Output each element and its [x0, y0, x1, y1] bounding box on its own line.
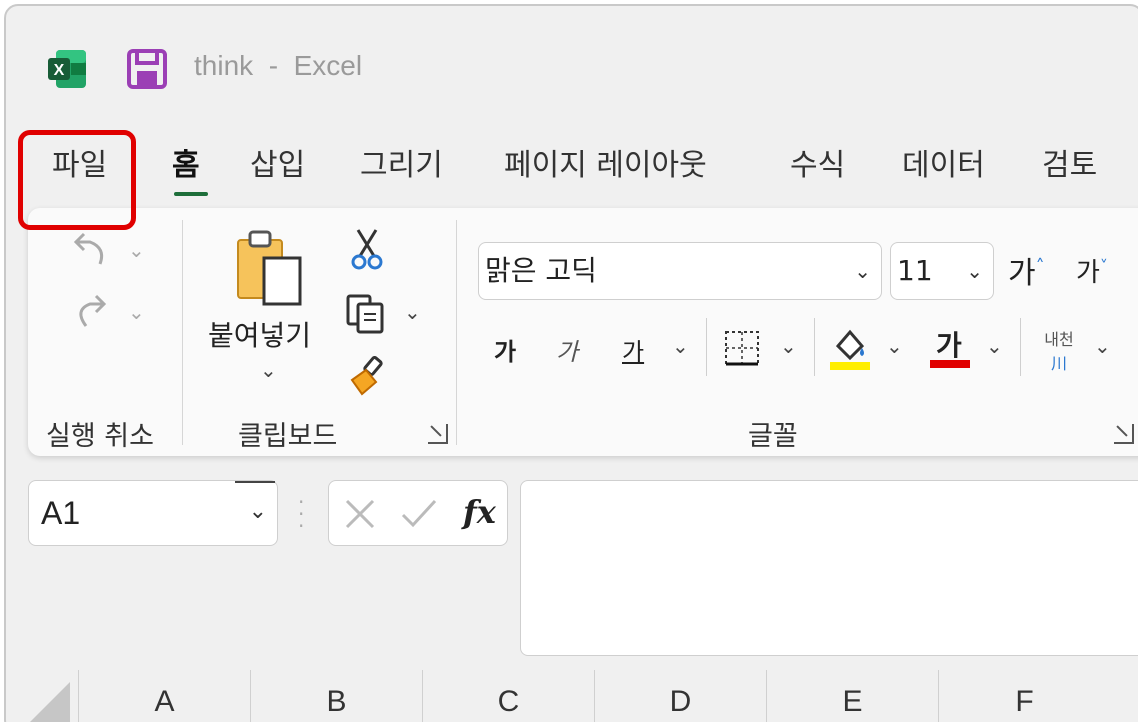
formula-input[interactable]: [520, 480, 1138, 656]
save-icon[interactable]: [126, 48, 168, 90]
paste-button-label[interactable]: 붙여넣기: [208, 314, 311, 354]
paste-dropdown-chevron-icon[interactable]: ⌄: [260, 358, 277, 382]
tab-insert[interactable]: 삽입: [250, 144, 305, 188]
clipboard-dialog-launcher-icon[interactable]: [428, 424, 448, 444]
chevron-down-icon[interactable]: ⌄: [249, 499, 267, 524]
name-box-value: A1: [41, 495, 81, 531]
tab-page-layout[interactable]: 페이지 레이아웃: [504, 144, 707, 188]
tab-home[interactable]: 홈: [172, 144, 200, 188]
excel-icon[interactable]: X: [46, 48, 88, 90]
button-divider: [1020, 318, 1021, 376]
font-name-dropdown[interactable]: 맑은 고딕 ⌄: [478, 242, 882, 300]
underline-button[interactable]: 가: [622, 332, 644, 367]
group-divider: [182, 220, 183, 445]
font-dialog-launcher-icon[interactable]: [1114, 424, 1134, 444]
fill-color-bucket-icon[interactable]: [828, 324, 872, 370]
tab-data[interactable]: 데이터: [902, 144, 985, 188]
redo-dropdown-chevron-icon[interactable]: ⌄: [128, 300, 145, 324]
font-color-swatch: [930, 360, 970, 368]
select-all-corner-icon[interactable]: [6, 670, 78, 722]
undo-icon[interactable]: [70, 226, 110, 270]
fill-color-dropdown-chevron-icon[interactable]: ⌄: [886, 334, 903, 358]
column-header-row: A B C D E F: [6, 670, 1138, 722]
confirm-entry-icon[interactable]: [399, 497, 439, 531]
borders-dropdown-chevron-icon[interactable]: ⌄: [780, 334, 797, 358]
insert-function-button[interactable]: fx: [463, 493, 496, 531]
shrink-font-button[interactable]: 가˅: [1076, 252, 1108, 289]
namebox-separator: [235, 481, 275, 483]
chevron-down-icon: ⌄: [966, 259, 983, 283]
font-color-button[interactable]: 가: [936, 324, 962, 364]
font-color-dropdown-chevron-icon[interactable]: ⌄: [986, 334, 1003, 358]
copy-icon[interactable]: [344, 292, 388, 336]
document-title: think - Excel: [194, 50, 363, 81]
copy-dropdown-chevron-icon[interactable]: ⌄: [404, 300, 421, 324]
tab-review[interactable]: 검토: [1042, 144, 1097, 188]
chevron-down-icon: ⌄: [854, 259, 871, 283]
svg-text:X: X: [54, 62, 65, 79]
font-size-value: 11: [897, 254, 933, 287]
format-painter-icon[interactable]: [346, 356, 388, 398]
column-header-a[interactable]: A: [78, 670, 250, 722]
phonetic-guide-button[interactable]: 내천 川: [1034, 326, 1084, 374]
column-header-e[interactable]: E: [766, 670, 938, 722]
ribbon-tabs: 파일 홈 삽입 그리기 페이지 레이아웃 수식 데이터 검토: [6, 144, 1138, 198]
paste-clipboard-icon[interactable]: [234, 228, 306, 308]
font-name-value: 맑은 고딕: [485, 254, 597, 287]
button-divider: [814, 318, 815, 376]
bold-button[interactable]: 가: [494, 332, 516, 367]
formula-bar-controls: fx: [328, 480, 508, 546]
tab-draw[interactable]: 그리기: [360, 144, 443, 188]
tab-formulas[interactable]: 수식: [790, 144, 845, 188]
excel-window: X think - Excel 파일 홈 삽입 그리기 페이지 레이아웃 수식 …: [4, 4, 1138, 722]
cut-scissors-icon[interactable]: [350, 226, 384, 272]
clipboard-group-label: 클립보드: [238, 421, 338, 452]
italic-button[interactable]: 가: [556, 332, 578, 367]
grow-font-button[interactable]: 가˄: [1008, 248, 1045, 292]
title-bar: X think - Excel: [6, 6, 1138, 126]
name-box[interactable]: A1 ⌄: [28, 480, 278, 546]
column-header-f[interactable]: F: [938, 670, 1110, 722]
button-divider: [706, 318, 707, 376]
ribbon-home: ⌄ ⌄ 실행 취소 붙여넣기 ⌄ ⌄ 클립보드 맑은 고딕 ⌄ 11 ⌄ 가˄ …: [28, 208, 1138, 456]
phonetic-dropdown-chevron-icon[interactable]: ⌄: [1094, 334, 1111, 358]
font-group-label: 글꼴: [748, 421, 798, 452]
cancel-entry-icon[interactable]: [343, 497, 377, 531]
borders-icon[interactable]: [722, 328, 762, 368]
font-size-dropdown[interactable]: 11 ⌄: [890, 242, 994, 300]
formula-bar-grip-icon[interactable]: · · ·: [298, 492, 304, 536]
column-header-b[interactable]: B: [250, 670, 422, 722]
underline-dropdown-chevron-icon[interactable]: ⌄: [672, 334, 689, 358]
phonetic-bottom-text: 川: [1050, 354, 1067, 373]
group-divider: [456, 220, 457, 445]
active-tab-indicator: [174, 192, 208, 196]
undo-dropdown-chevron-icon[interactable]: ⌄: [128, 238, 145, 262]
redo-icon[interactable]: [70, 288, 110, 332]
phonetic-top-text: 내천: [1044, 330, 1074, 349]
undo-group-label: 실행 취소: [46, 421, 154, 452]
file-tab-highlight-box: [18, 130, 136, 230]
column-header-d[interactable]: D: [594, 670, 766, 722]
column-header-c[interactable]: C: [422, 670, 594, 722]
